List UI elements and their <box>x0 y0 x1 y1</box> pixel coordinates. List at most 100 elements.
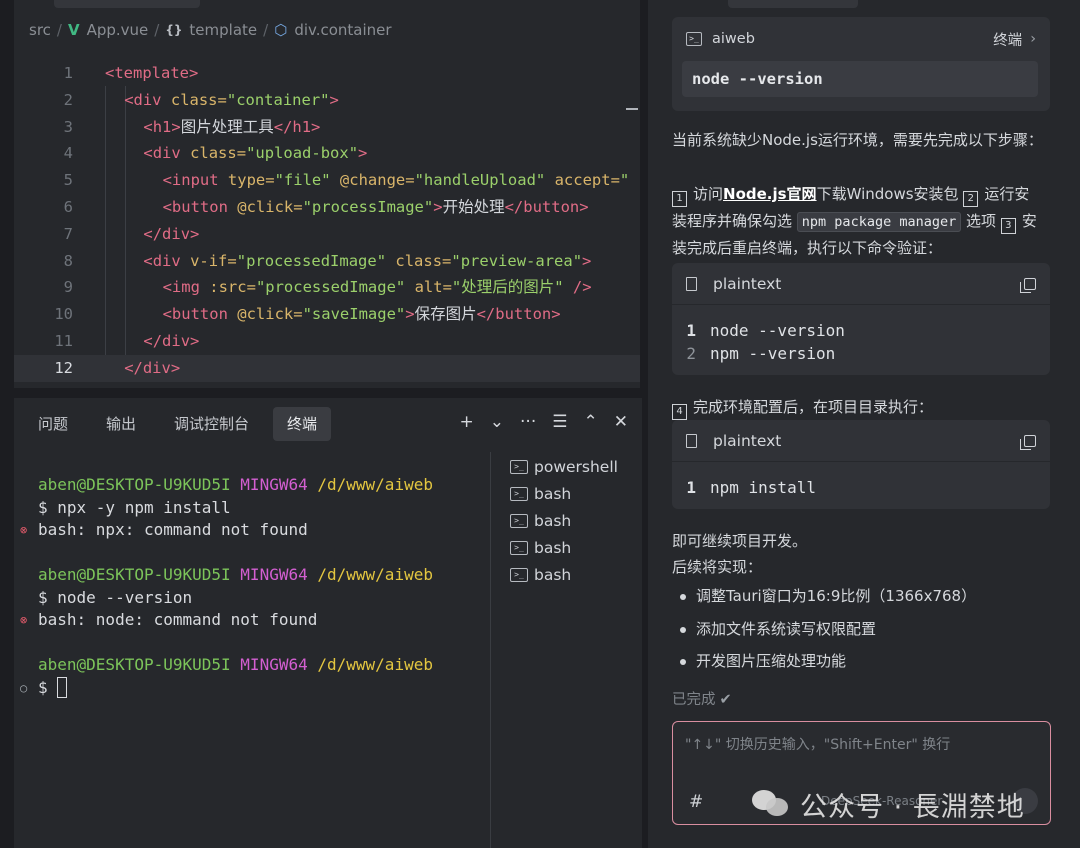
line-number: 11 <box>54 331 73 350</box>
code-token: <button <box>162 305 238 324</box>
code-line[interactable]: 1 <template> <box>14 60 640 87</box>
code-token: <input <box>162 171 228 190</box>
line-number: 2 <box>63 90 73 109</box>
terminal-icon: >_ <box>510 487 528 502</box>
code-token: </div> <box>124 358 181 377</box>
file-icon <box>686 433 697 448</box>
code-text: <input type="file" @change="handleUpload… <box>163 167 630 194</box>
code-token: > <box>405 305 415 324</box>
code-token: > <box>358 144 368 163</box>
breadcrumb-file[interactable]: App.vue <box>87 21 149 39</box>
watermark-text: 公众号 · 長淵禁地 <box>800 791 1025 823</box>
panel-tab[interactable]: 输出 <box>92 407 150 441</box>
line-number: 3 <box>63 117 73 136</box>
code-line[interactable]: 5 <input type="file" @change="handleUploa… <box>14 167 640 194</box>
line-number: 5 <box>63 171 73 190</box>
code-token: </button> <box>504 197 589 216</box>
code-text: <button @click="processImage">开始处理</butt… <box>163 194 589 221</box>
terminal-list-item[interactable]: >_ bash <box>510 534 618 561</box>
code-line[interactable]: 7 </div> <box>14 221 640 248</box>
step-text: 访问 <box>693 185 724 203</box>
breadcrumb-src[interactable]: src <box>29 21 51 39</box>
code-line[interactable]: 6 <button @click="processImage">开始处理</but… <box>14 194 640 221</box>
code-block-lang: plaintext <box>713 431 782 450</box>
terminal-list-label: bash <box>534 538 572 557</box>
code-line[interactable]: 11 </div> <box>14 328 640 355</box>
code-line[interactable]: 10 <button @click="saveImage">保存图片</butto… <box>14 301 640 328</box>
panel-actions: + ⌄ ··· ☰ ⌃ ✕ <box>460 412 628 432</box>
terminal-list-item[interactable]: >_ powershell <box>510 454 618 481</box>
terminal-icon: >_ <box>510 460 528 475</box>
code-line[interactable]: 12 </div> <box>14 354 640 382</box>
breadcrumb: src / V App.vue / {} template / ⬡ div.co… <box>29 20 392 40</box>
terminal-output[interactable]: aben@DESKTOP-U9KUD5I MINGW64 /d/www/aiwe… <box>14 474 490 699</box>
prompt-circle-icon: ○ <box>20 680 28 695</box>
code-row: 2 npm --version <box>672 342 1050 365</box>
breadcrumb-template[interactable]: template <box>189 21 257 39</box>
new-terminal-icon[interactable]: + <box>460 412 474 432</box>
code-text: node --version <box>710 321 845 340</box>
code-token: </div> <box>143 331 200 350</box>
panel-tab[interactable]: 调试控制台 <box>160 407 263 441</box>
copy-icon[interactable] <box>1020 277 1036 293</box>
code-text: <h1>图片处理工具</h1> <box>143 114 320 141</box>
code-token: class= <box>170 90 227 109</box>
terminal-line: ⊗ bash: node: command not found <box>14 609 490 632</box>
step-number: 3 <box>1000 217 1016 234</box>
code-token: "handleUpload" <box>414 171 546 190</box>
terminal-line: ○ $ <box>14 676 490 700</box>
panel-tab[interactable]: 终端 <box>273 407 332 441</box>
terminal-card-command: node --version <box>682 61 1038 97</box>
open-terminal-link[interactable]: 终端 <box>993 29 1022 50</box>
chevron-down-icon[interactable]: ⌄ <box>490 412 504 432</box>
terminal-cursor[interactable] <box>57 676 68 698</box>
code-editor[interactable]: src / V App.vue / {} template / ⬡ div.co… <box>14 0 640 388</box>
code-token: 开始处理 <box>442 197 505 216</box>
code-text: </div> <box>143 221 199 248</box>
more-icon[interactable]: ··· <box>520 412 536 432</box>
code-token: :src= <box>209 278 256 297</box>
line-number: 8 <box>63 251 73 270</box>
code-token: @click= <box>237 305 303 324</box>
line-number: 7 <box>63 224 73 243</box>
copy-icon[interactable] <box>1020 434 1036 450</box>
code-token: /> <box>563 278 592 297</box>
code-text: <div v-if="processedImage" class="previe… <box>143 248 591 275</box>
code-token: > <box>582 251 592 270</box>
minimap-marker[interactable] <box>626 108 638 110</box>
terminal-list-item[interactable]: >_ bash <box>510 508 618 535</box>
code-line[interactable]: 2 <div class="container"> <box>14 87 640 114</box>
chevron-right-icon[interactable]: › <box>1030 31 1036 47</box>
line-number: 9 <box>63 278 73 297</box>
terminal-line: aben@DESKTOP-U9KUD5I MINGW64 /d/www/aiwe… <box>14 654 490 677</box>
nodejs-link[interactable]: Node.js官网 <box>723 185 817 203</box>
code-token: class= <box>386 251 452 270</box>
close-icon[interactable]: ✕ <box>614 412 628 432</box>
terminal-list: >_ powershell >_ bash >_ bash >_ bash >_ bash <box>510 454 618 588</box>
code-line[interactable]: 3 <h1>图片处理工具</h1> <box>14 114 640 141</box>
code-line[interactable]: 4 <div class="upload-box"> <box>14 140 640 167</box>
code-text: npm install <box>710 478 816 497</box>
code-lines[interactable]: 1 <template> 2 <div class="container"> 3 <h1>… <box>14 60 640 382</box>
message-paragraph: 当前系统缺少Node.js运行环境，需要先完成以下步骤： <box>672 131 1043 149</box>
panel-tabs: 问题 输出 调试控制台 终端 <box>14 406 332 442</box>
breadcrumb-element[interactable]: div.container <box>294 21 391 39</box>
code-token: "processedImage" <box>236 251 387 270</box>
terminal-list-item[interactable]: >_ bash <box>510 561 618 588</box>
maximize-icon[interactable]: ⌃ <box>584 412 598 432</box>
breadcrumb-separator: / <box>56 21 62 39</box>
layout-icon[interactable]: ☰ <box>552 412 567 432</box>
code-line[interactable]: 8 <div v-if="processedImage" class="previ… <box>14 248 640 275</box>
prompt-path: /d/www/aiweb <box>317 565 433 584</box>
editor-tab-strip[interactable] <box>54 0 200 8</box>
terminal-list-item[interactable]: >_ bash <box>510 481 618 508</box>
context-hash-button[interactable]: # <box>689 792 703 812</box>
code-text: npm --version <box>710 344 836 363</box>
code-line[interactable]: 9 <img :src="processedImage" alt="处理后的图片"… <box>14 274 640 301</box>
code-token: <button <box>162 197 238 216</box>
list-item: 添加文件系统读写权限配置 <box>672 613 1044 646</box>
panel-tab[interactable]: 问题 <box>24 407 82 441</box>
chat-tab-strip[interactable] <box>728 0 858 8</box>
terminal-line: aben@DESKTOP-U9KUD5I MINGW64 /d/www/aiwe… <box>14 564 490 587</box>
step-text: 完成环境配置后，在项目目录执行： <box>693 398 934 416</box>
